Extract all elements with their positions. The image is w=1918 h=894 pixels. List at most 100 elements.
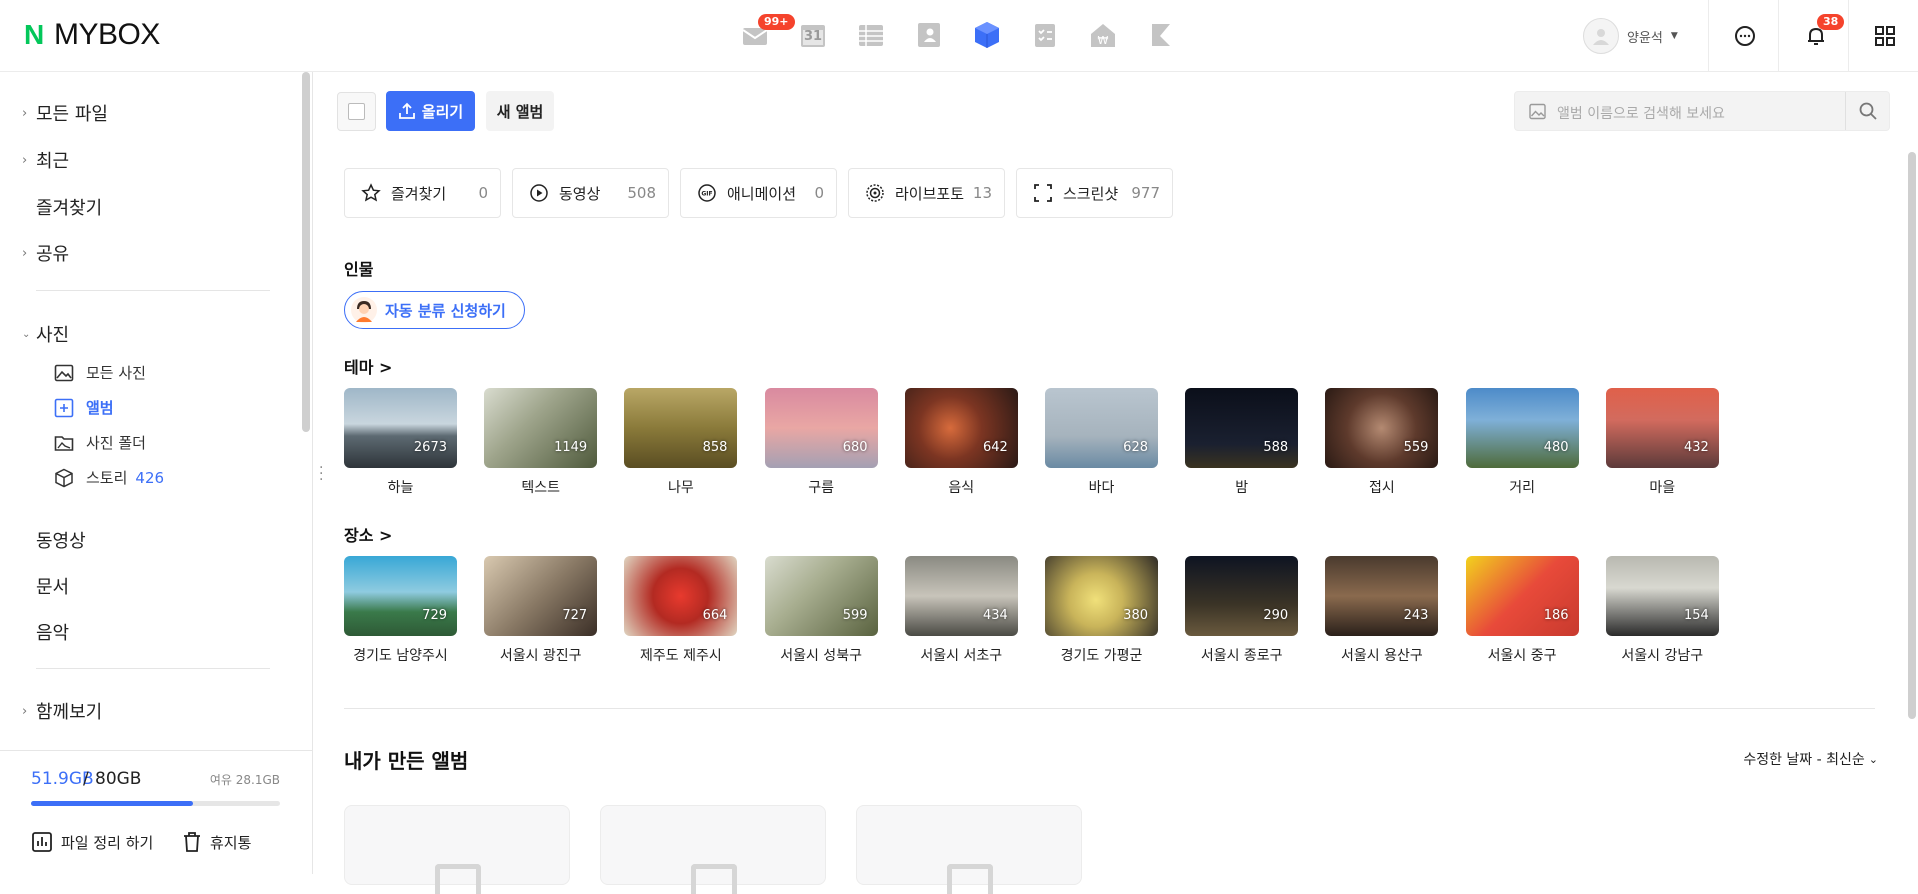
place-name: 서울시 종로구 xyxy=(1200,648,1283,664)
place-thumbnail: 664 xyxy=(624,556,738,636)
nav-photo-folder[interactable]: 사진 폴더 xyxy=(54,432,146,453)
place-count: 186 xyxy=(1543,608,1569,623)
messenger-button[interactable] xyxy=(1729,20,1761,52)
theme-tile[interactable]: 480 거리 xyxy=(1465,388,1579,497)
user-menu[interactable]: 양윤석 ▼ xyxy=(1583,18,1678,54)
filter-chip[interactable]: 라이브포토 13 xyxy=(848,168,1005,218)
pay-app-button[interactable]: ₩ xyxy=(1086,18,1120,52)
theme-tile[interactable]: 559 접시 xyxy=(1325,388,1439,497)
theme-thumbnail: 858 xyxy=(624,388,738,468)
service-app-bar: 99+ 31 ₩ xyxy=(738,14,1178,52)
nav-all-photos[interactable]: 모든 사진 xyxy=(54,362,146,383)
mail-app-button[interactable]: 99+ xyxy=(738,14,795,52)
person-avatar-icon xyxy=(351,297,377,323)
nav-videos[interactable]: 동영상 xyxy=(36,527,86,553)
checkbox-box xyxy=(348,103,365,120)
todo-app-button[interactable] xyxy=(1028,18,1062,52)
table-app-button[interactable] xyxy=(854,18,888,52)
chart-icon xyxy=(32,832,52,852)
filter-chip[interactable]: 동영상 508 xyxy=(512,168,669,218)
play-icon xyxy=(530,184,548,202)
theme-name: 접시 xyxy=(1369,480,1395,496)
place-thumbnail: 729 xyxy=(344,556,457,636)
sort-dropdown[interactable]: 수정한 날짜 - 최신순 ⌄ xyxy=(1743,749,1878,769)
nav-favorites[interactable]: 즐겨찾기 xyxy=(36,194,102,220)
people-title: 인물 xyxy=(344,260,374,279)
place-name: 경기도 가평군 xyxy=(1060,648,1143,664)
main-scrollbar[interactable] xyxy=(1908,152,1916,719)
mybox-cube-icon xyxy=(975,22,999,48)
top-header: N MYBOX 99+ 31 ₩ 양윤석 ▼ 38 xyxy=(0,0,1918,72)
contacts-app-button[interactable] xyxy=(912,18,946,52)
search-icon xyxy=(1859,102,1877,120)
place-tile[interactable]: 664 제주도 제주시 xyxy=(624,556,738,665)
place-title[interactable]: 장소 > xyxy=(344,522,392,546)
all-services-button[interactable] xyxy=(1869,20,1901,52)
place-tile[interactable]: 186 서울시 중구 xyxy=(1465,556,1579,665)
filter-chip[interactable]: GIF 애니메이션 0 xyxy=(680,168,837,218)
filter-chip[interactable]: 스크린샷 977 xyxy=(1016,168,1173,218)
calendar-app-button[interactable]: 31 xyxy=(796,18,830,52)
file-cleanup-button[interactable]: 파일 정리 하기 xyxy=(31,831,153,853)
nav-shared[interactable]: › 공유 xyxy=(22,240,69,266)
trash-button[interactable]: 휴지통 xyxy=(182,831,251,853)
nav-label: 모든 파일 xyxy=(36,104,108,125)
nav-photos[interactable]: ⌄ 사진 xyxy=(22,321,69,347)
place-tile[interactable]: 434 서울시 서초구 xyxy=(904,556,1018,665)
user-name: 양윤석 xyxy=(1627,30,1663,46)
place-tile[interactable]: 729 경기도 남양주시 xyxy=(344,556,457,665)
header-divider xyxy=(1848,0,1849,72)
nav-story[interactable]: 스토리 426 xyxy=(54,467,164,488)
place-name: 서울시 강남구 xyxy=(1621,648,1704,664)
nav-album[interactable]: 앨범 xyxy=(54,397,114,418)
search-button[interactable] xyxy=(1845,92,1889,130)
sidebar-scrollbar[interactable] xyxy=(302,72,310,432)
trash-icon xyxy=(184,832,200,852)
filter-count: 508 xyxy=(627,184,656,202)
bookmark-app-button[interactable] xyxy=(1144,18,1178,52)
place-count: 243 xyxy=(1403,608,1429,623)
nav-together[interactable]: › 함께보기 xyxy=(22,698,102,724)
place-thumbnail: 154 xyxy=(1605,556,1719,636)
notification-button[interactable]: 38 xyxy=(1800,14,1845,52)
my-albums-title: 내가 만든 앨범 xyxy=(344,749,469,773)
album-search-box[interactable]: 앨범 이름으로 검색해 보세요 xyxy=(1514,91,1890,131)
theme-count: 432 xyxy=(1683,440,1709,455)
bookmark-icon xyxy=(1152,24,1170,46)
theme-count: 1149 xyxy=(554,440,588,455)
place-tile[interactable]: 290 서울시 종로구 xyxy=(1185,556,1299,665)
select-all-checkbox[interactable] xyxy=(337,92,376,131)
theme-tile[interactable]: 858 나무 xyxy=(624,388,738,497)
theme-title[interactable]: 테마 > xyxy=(344,354,392,378)
nav-documents[interactable]: 문서 xyxy=(36,573,69,599)
nav-label: 즐겨찾기 xyxy=(36,198,103,219)
place-tile[interactable]: 380 경기도 가평군 xyxy=(1045,556,1158,665)
table-icon xyxy=(859,25,883,46)
nav-music[interactable]: 음악 xyxy=(36,619,69,645)
mybox-logo[interactable]: N MYBOX xyxy=(24,18,160,52)
album-card[interactable] xyxy=(856,805,1082,894)
auto-classify-button[interactable]: 자동 분류 신청하기 xyxy=(344,291,525,329)
nav-all-files[interactable]: › 모든 파일 xyxy=(22,100,108,126)
theme-tile[interactable]: 2673 하늘 xyxy=(344,388,457,497)
new-album-button[interactable]: 새 앨범 xyxy=(486,91,554,131)
place-name: 서울시 성북구 xyxy=(780,648,862,664)
sidebar-divider xyxy=(36,290,270,291)
upload-button[interactable]: 올리기 xyxy=(386,91,475,131)
theme-tile[interactable]: 588 밤 xyxy=(1185,388,1299,497)
mybox-app-button[interactable] xyxy=(970,18,1004,52)
theme-tile[interactable]: 1149 텍스트 xyxy=(484,388,598,497)
album-card[interactable] xyxy=(600,805,826,894)
place-tile[interactable]: 599 서울시 성북구 xyxy=(764,556,878,665)
theme-tile[interactable]: 642 음식 xyxy=(904,388,1018,497)
place-tile[interactable]: 727 서울시 광진구 xyxy=(484,556,598,665)
theme-tile[interactable]: 680 구름 xyxy=(764,388,878,497)
place-tile[interactable]: 243 서울시 용산구 xyxy=(1325,556,1439,665)
album-card[interactable] xyxy=(344,805,570,894)
theme-tile[interactable]: 628 바다 xyxy=(1045,388,1158,497)
place-tile[interactable]: 154 서울시 강남구 xyxy=(1605,556,1719,665)
filter-chip[interactable]: 즐겨찾기 0 xyxy=(344,168,501,218)
nav-recent[interactable]: › 최근 xyxy=(22,147,69,173)
theme-tile[interactable]: 432 마을 xyxy=(1605,388,1719,497)
album-placeholder-icon xyxy=(435,864,481,894)
